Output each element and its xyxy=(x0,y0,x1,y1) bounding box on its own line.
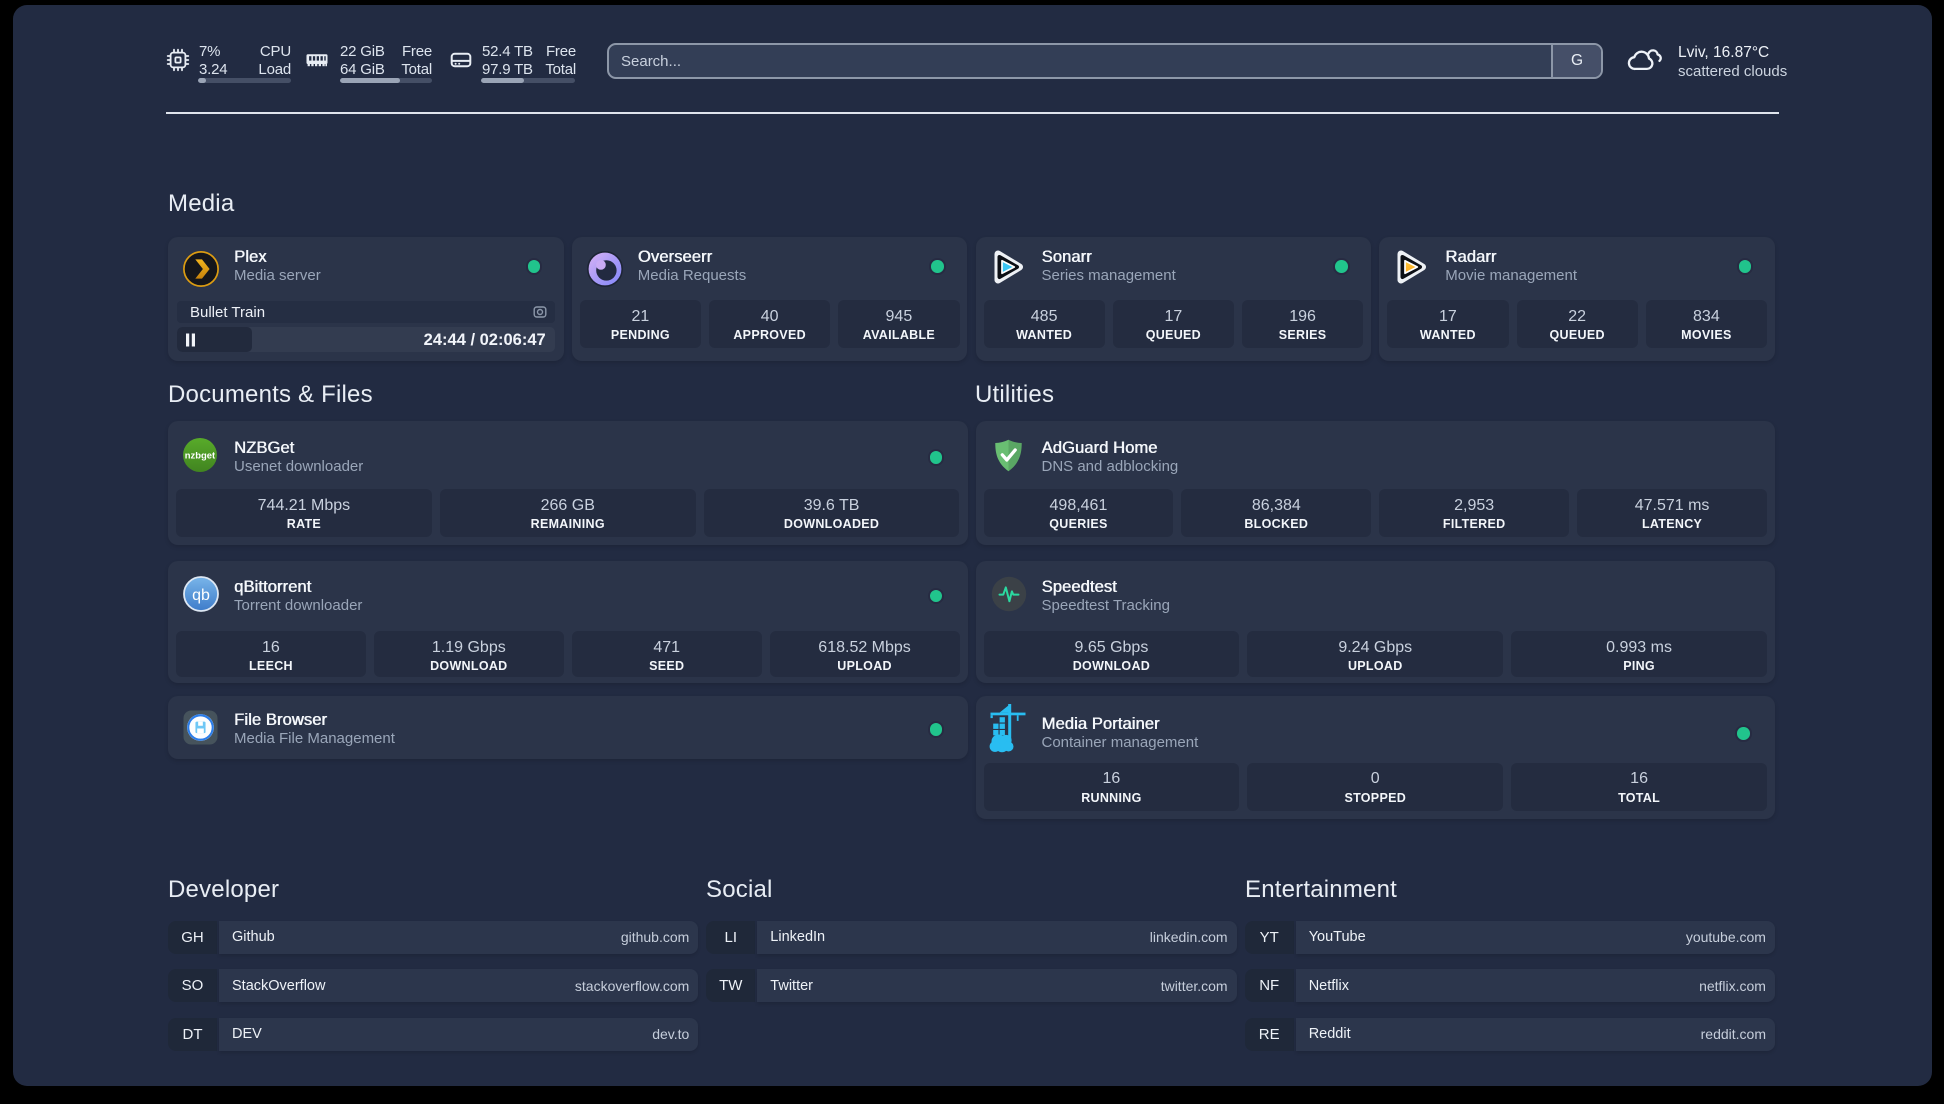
svg-text:qb: qb xyxy=(192,587,210,604)
svg-text:nzbget: nzbget xyxy=(185,450,216,461)
